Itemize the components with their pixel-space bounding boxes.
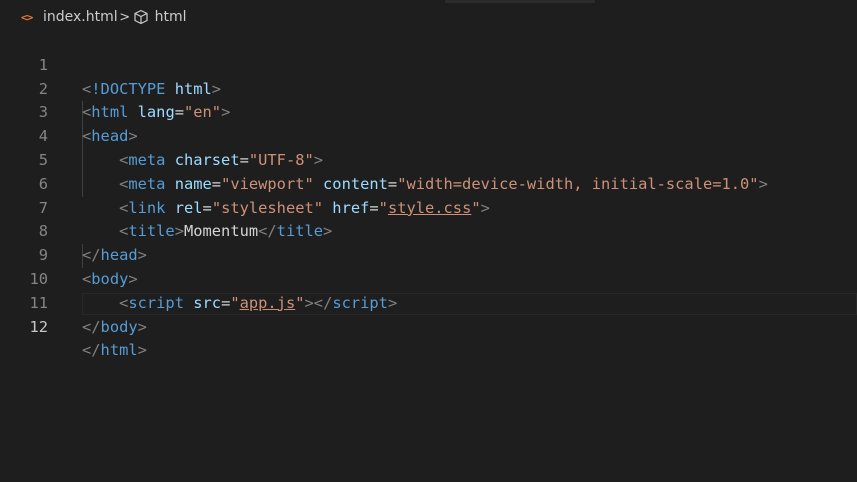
code-line[interactable]: 9 <body> — [0, 220, 857, 288]
code-line[interactable]: 8 </head> — [0, 197, 857, 264]
tag-open-bracket: </ — [82, 341, 101, 360]
line-content: </body> — [82, 316, 147, 340]
code-line[interactable]: 1 <!DOCTYPE html> — [0, 30, 857, 98]
tag-close-bracket: > — [137, 317, 147, 336]
code-line[interactable]: 2 <html lang="en"> — [0, 54, 857, 122]
code-line[interactable]: 11 </body> — [0, 268, 857, 336]
code-line[interactable]: 6 <link rel="stylesheet" href="style.css… — [0, 149, 857, 217]
code-line[interactable]: 5 <meta name="viewport" content="width=d… — [0, 125, 857, 193]
code-line[interactable]: 10 <script src="app.js"></script> — [0, 244, 857, 312]
code-line[interactable]: 3 <head> — [0, 78, 857, 145]
tag-name: html — [100, 341, 138, 360]
tag-name: body — [100, 317, 138, 336]
tab-strip-accent — [445, 0, 595, 3]
line-number-active: 12 — [29, 317, 48, 336]
symbol-class-icon — [134, 9, 148, 25]
tag-open-bracket: </ — [82, 317, 101, 336]
code-area[interactable]: 1 <!DOCTYPE html> 2 <html lang="en"> 3 <… — [0, 30, 857, 360]
breadcrumb-file-name: index.html — [43, 9, 118, 25]
code-line[interactable]: 7 <title>Momentum</title> — [0, 173, 857, 241]
code-line[interactable]: 4 <meta charset="UTF-8"> — [0, 101, 857, 169]
code-editor[interactable]: <> index.html > html 1 <!DOCTYPE html> 2… — [0, 0, 857, 482]
tab-strip — [0, 0, 857, 4]
html-file-icon: <> — [21, 10, 33, 24]
breadcrumb-symbol[interactable]: html — [132, 9, 187, 25]
code-line[interactable]: 12 </html> — [0, 292, 857, 360]
breadcrumb-file[interactable]: <> index.html — [21, 9, 118, 25]
breadcrumb: <> index.html > html — [0, 6, 857, 28]
chevron-right-icon: > — [119, 9, 131, 25]
line-content: </html> — [82, 339, 147, 363]
breadcrumb-symbol-name: html — [154, 9, 187, 25]
tag-close-bracket: > — [137, 341, 147, 360]
